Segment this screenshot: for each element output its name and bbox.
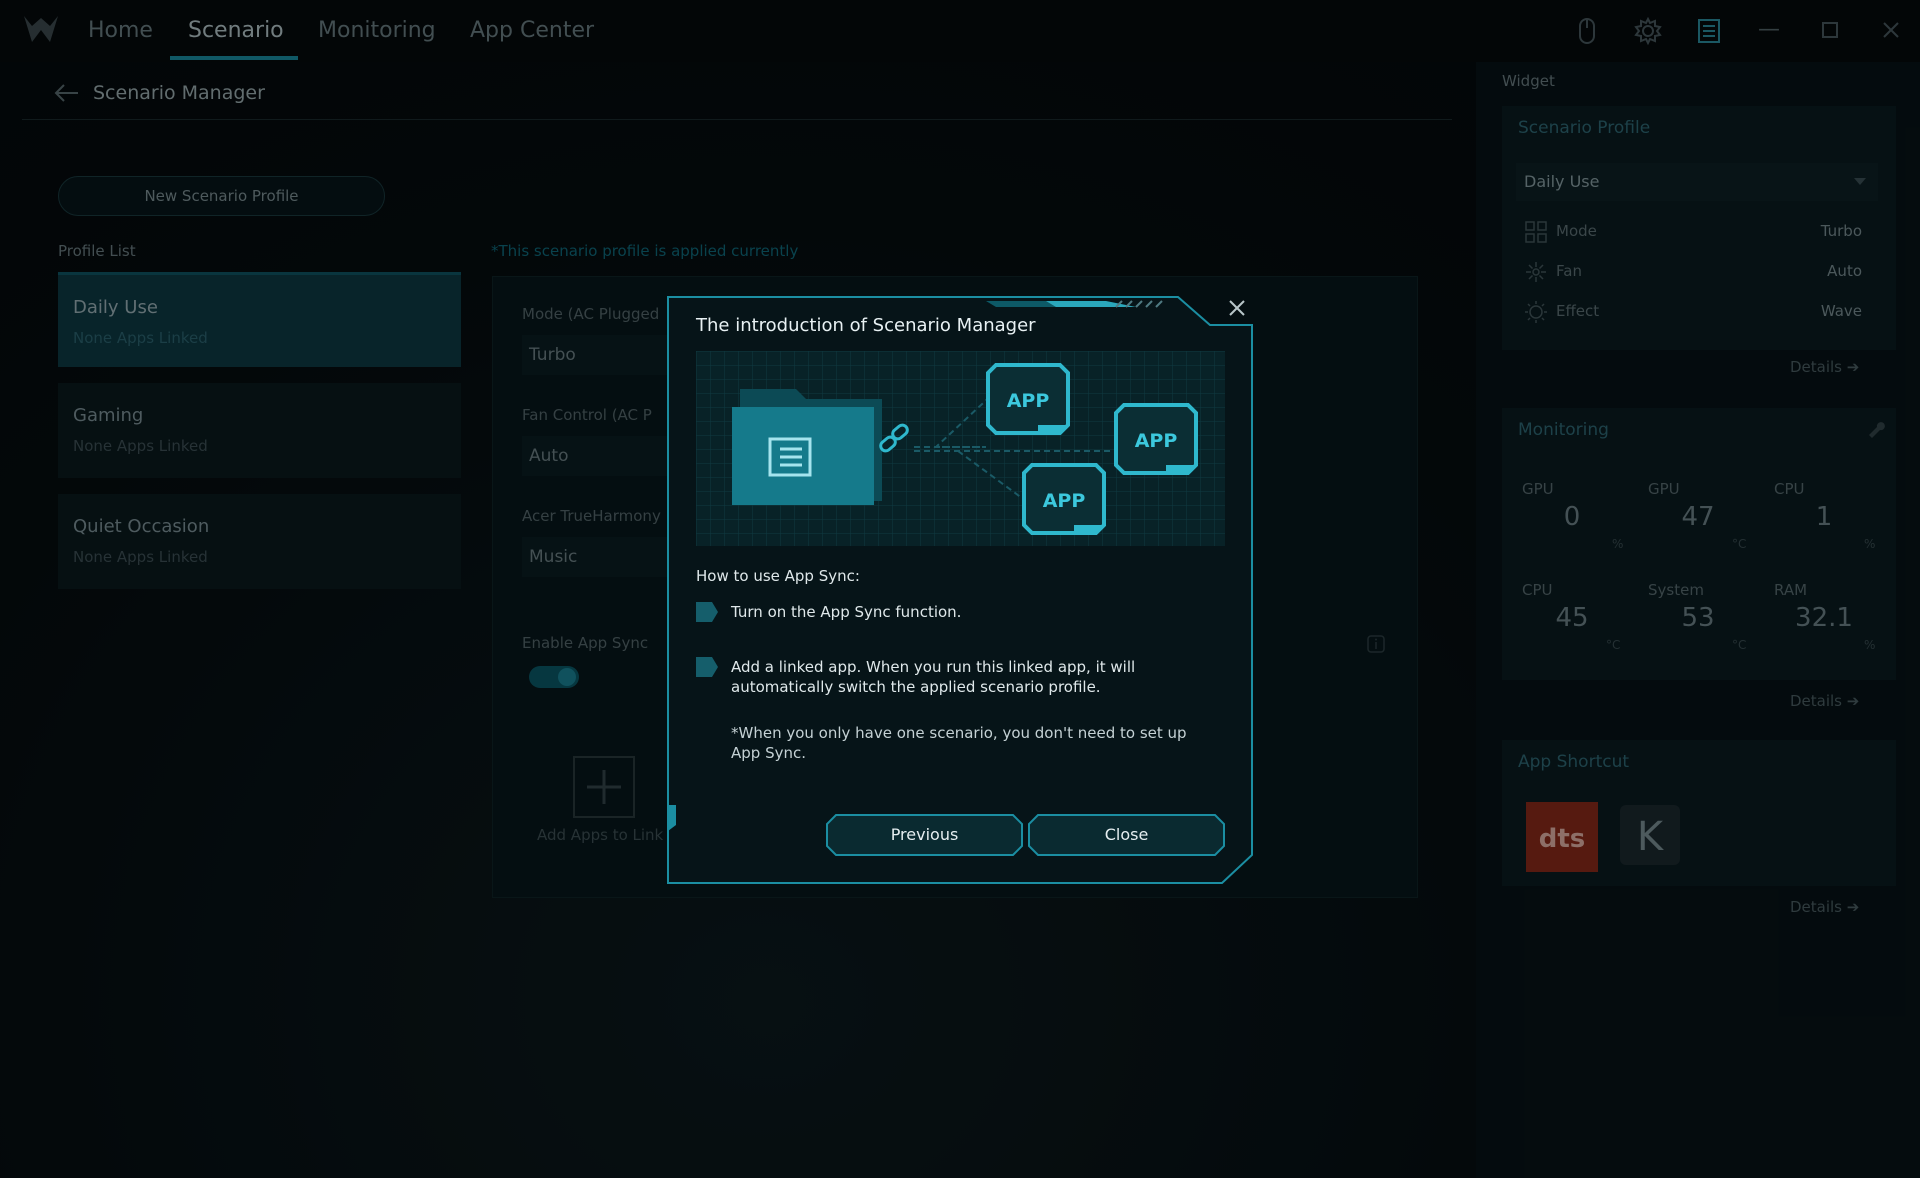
intro-modal: The introduction of Scenario Manager APP… (666, 295, 1254, 885)
close-icon[interactable] (1224, 295, 1250, 321)
previous-label: Previous (890, 825, 959, 844)
app-icon: APP (986, 363, 1070, 435)
step-2-text: Add a linked app. When you run this link… (731, 658, 1136, 696)
howto-heading: How to use App Sync: (696, 567, 860, 585)
app-icon: APP (1114, 403, 1198, 475)
close-label: Close (1104, 825, 1149, 844)
app-icon: APP (1022, 463, 1106, 535)
step-1-text: Turn on the App Sync function. (731, 603, 962, 621)
app-label-1: APP (1007, 390, 1050, 412)
app-label-3: APP (1043, 490, 1086, 512)
app-label-2: APP (1135, 430, 1178, 452)
folder-icon (732, 389, 882, 505)
single-scenario-note: *When you only have one scenario, you do… (731, 724, 1187, 762)
previous-button[interactable]: Previous (826, 814, 1023, 856)
app-sync-illustration: APP APP APP (696, 351, 1225, 546)
step-marker-icon (696, 602, 718, 622)
step-marker-icon (696, 657, 718, 677)
close-button[interactable]: Close (1028, 814, 1225, 856)
modal-title: The introduction of Scenario Manager (696, 315, 1036, 336)
